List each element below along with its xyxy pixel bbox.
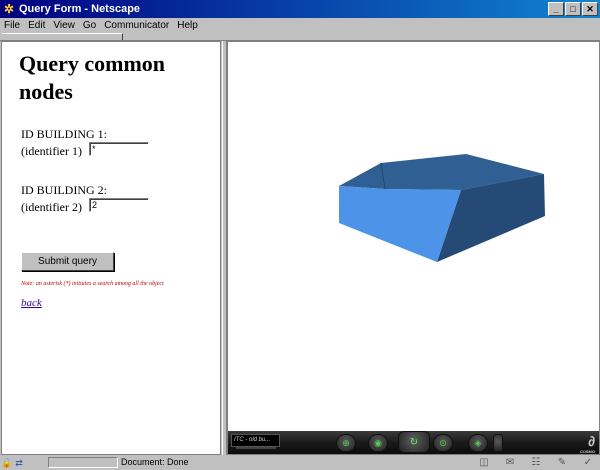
mail-icon[interactable]: ✉ xyxy=(500,457,520,468)
navigator-icon[interactable]: ◫ xyxy=(474,457,494,468)
component-bar: ◫ ✉ ☷ ✎ ✓ xyxy=(474,457,598,468)
vrml-viewer-frame: ITC - old bu... ⊕ ◉ ↻ ⊙ ◈ ∂ COSMO xyxy=(227,41,600,455)
menu-file[interactable]: File xyxy=(4,20,20,31)
collapsed-toolbar-strip xyxy=(0,32,600,41)
tilt-icon[interactable]: ⊙ xyxy=(433,434,453,452)
netscape-icon: ✲ xyxy=(3,2,15,16)
menu-bar: File Edit View Go Communicator Help xyxy=(0,18,600,32)
view-icon[interactable] xyxy=(493,434,503,452)
page-title: Query common nodes xyxy=(19,51,166,104)
building1-label: ID BUILDING 1: xyxy=(21,127,107,141)
rotate-icon[interactable]: ↻ xyxy=(398,431,430,453)
menu-go[interactable]: Go xyxy=(83,20,96,31)
status-text: Document: Done xyxy=(121,457,189,467)
window-controls: _ □ ✕ xyxy=(548,2,598,16)
maximize-button[interactable]: □ xyxy=(565,2,581,16)
cosmo-logo: ∂ COSMO xyxy=(579,433,595,454)
building-model xyxy=(339,154,545,262)
query-form-frame: Query common nodes ID BUILDING 1: (ident… xyxy=(1,41,221,455)
go-icon[interactable]: ◈ xyxy=(468,434,488,452)
toolbar-tabs[interactable] xyxy=(2,33,123,40)
menu-view[interactable]: View xyxy=(53,20,75,31)
back-link[interactable]: back xyxy=(21,297,42,309)
menu-edit[interactable]: Edit xyxy=(28,20,45,31)
status-bar: 🔓 ⇄ Document: Done ◫ ✉ ☷ ✎ ✓ xyxy=(0,456,600,470)
identifier1-label: (identifier 1) xyxy=(21,144,82,158)
composer-icon[interactable]: ✎ xyxy=(552,457,572,468)
zoom-icon[interactable]: ⊕ xyxy=(336,434,356,452)
menu-help[interactable]: Help xyxy=(177,20,198,31)
submit-query-button[interactable]: Submit query xyxy=(21,252,114,271)
window-title: Query Form - Netscape xyxy=(19,3,141,15)
cosmo-dashboard: ITC - old bu... ⊕ ◉ ↻ ⊙ ◈ ∂ COSMO xyxy=(228,431,599,454)
viewpoint-selector[interactable]: ITC - old bu... xyxy=(231,434,280,447)
security-indicators: 🔓 ⇄ xyxy=(1,457,46,469)
discussion-icon[interactable]: ☷ xyxy=(526,457,546,468)
check-icon[interactable]: ✓ xyxy=(578,457,598,468)
identifier1-input[interactable]: * xyxy=(89,142,149,156)
building2-label: ID BUILDING 2: xyxy=(21,183,107,197)
pan-icon[interactable]: ◉ xyxy=(368,434,388,452)
progress-well xyxy=(48,457,118,468)
close-button[interactable]: ✕ xyxy=(582,2,598,16)
identifier2-label: (identifier 2) xyxy=(21,200,82,214)
viewpoint-slider[interactable] xyxy=(236,447,276,449)
minimize-button[interactable]: _ xyxy=(548,2,564,16)
lock-icon[interactable]: 🔓 xyxy=(1,458,12,469)
title-bar: ✲ Query Form - Netscape _ □ ✕ xyxy=(0,0,600,18)
identifier2-input[interactable]: 2 xyxy=(89,198,149,212)
asterisk-note: Note: an asterisk (*) initiates a search… xyxy=(21,281,164,287)
connection-icon: ⇄ xyxy=(15,457,23,468)
3d-scene[interactable] xyxy=(229,43,598,431)
menu-communicator[interactable]: Communicator xyxy=(104,20,169,31)
